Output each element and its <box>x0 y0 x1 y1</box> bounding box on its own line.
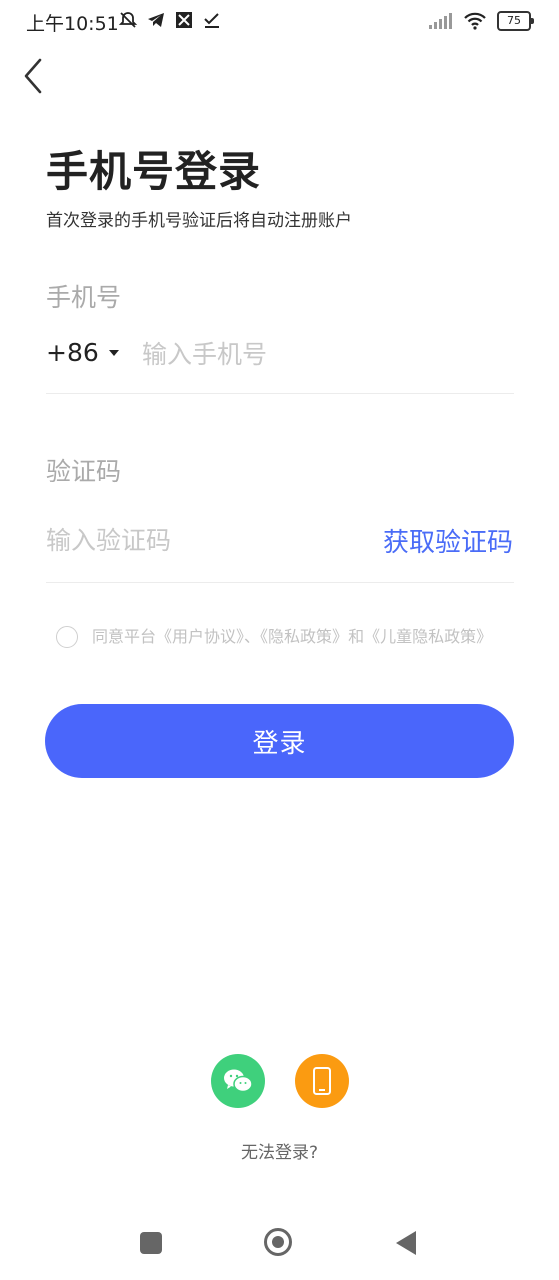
user-agreement-link[interactable]: 《用户协议》 <box>156 627 244 646</box>
agreement-prefix: 同意平台 <box>92 627 157 646</box>
login-screen: 上午10:51 75 手机号登录 首次登录的手机号验证后将自动注册账户 手机号 … <box>0 0 559 1280</box>
agreement-separator: 、 <box>244 627 261 646</box>
agreement-checkbox[interactable] <box>56 626 78 648</box>
nav-back-button[interactable] <box>396 1231 416 1255</box>
country-code-value: +86 <box>46 338 99 367</box>
telegram-icon <box>148 13 164 27</box>
agreement-row: 同意平台《用户协议》、《隐私政策》和《儿童隐私政策》 <box>56 624 516 650</box>
country-code-select[interactable]: +86 <box>46 338 119 367</box>
status-bar: 上午10:51 75 <box>0 0 559 42</box>
phone-divider <box>46 393 514 394</box>
wechat-icon <box>223 1069 253 1093</box>
alt-login-options <box>0 1054 559 1108</box>
phone-login-button[interactable] <box>294 1054 349 1108</box>
battery-indicator: 75 <box>497 11 534 31</box>
back-button[interactable] <box>14 54 54 98</box>
child-privacy-link[interactable]: 《儿童隐私政策》 <box>364 627 492 646</box>
home-button[interactable] <box>264 1228 292 1256</box>
agreement-text: 同意平台《用户协议》、《隐私政策》和《儿童隐私政策》 <box>92 624 492 650</box>
mobile-phone-icon <box>312 1067 331 1095</box>
system-icons: 75 <box>429 11 534 31</box>
agreement-and: 和 <box>348 627 365 646</box>
wifi-icon <box>464 12 486 30</box>
get-code-button[interactable]: 获取验证码 <box>383 522 513 559</box>
recent-apps-button[interactable] <box>140 1232 162 1254</box>
mute-icon <box>118 12 138 28</box>
chevron-left-icon <box>24 58 42 94</box>
phone-label: 手机号 <box>46 283 122 312</box>
cant-login-link[interactable]: 无法登录? <box>0 1138 559 1163</box>
wechat-login-button[interactable] <box>210 1054 265 1108</box>
privacy-policy-link[interactable]: 《隐私政策》 <box>260 627 348 646</box>
app-icon <box>176 12 192 28</box>
code-label: 验证码 <box>46 457 122 486</box>
system-nav-bar <box>0 1212 559 1272</box>
signal-icon <box>429 13 452 29</box>
status-time: 上午10:51 <box>26 13 119 35</box>
code-divider <box>46 582 514 583</box>
page-subtitle: 首次登录的手机号验证后将自动注册账户 <box>46 211 352 231</box>
check-icon <box>204 13 219 28</box>
page-title: 手机号登录 <box>46 147 262 196</box>
code-input[interactable] <box>46 522 346 558</box>
notification-icons <box>118 10 222 30</box>
login-button[interactable]: 登录 <box>45 704 514 778</box>
phone-input[interactable] <box>142 336 502 372</box>
caret-down-icon <box>108 349 119 356</box>
